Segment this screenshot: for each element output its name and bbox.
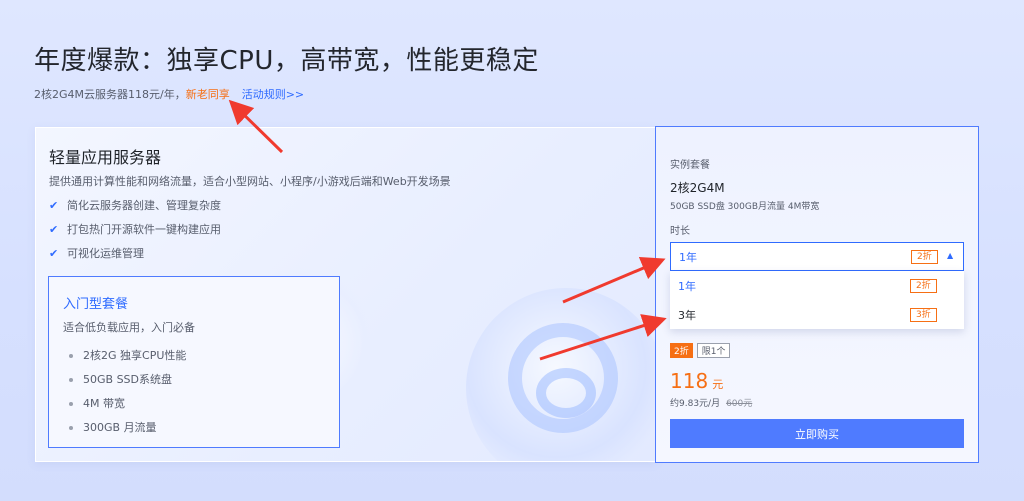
check-icon: ✔ — [49, 222, 59, 236]
duration-option-1-year[interactable]: 1年 2折 — [670, 271, 964, 300]
option-label: 3年 — [678, 308, 696, 322]
feature-label: 简化云服务器创建、管理复杂度 — [67, 199, 221, 212]
package-item-label: 300GB 月流量 — [83, 421, 157, 434]
bullet-icon — [69, 354, 73, 358]
subtitle-text: 2核2G4M云服务器118元/年， — [34, 88, 186, 101]
check-icon: ✔ — [49, 198, 59, 212]
package-item-label: 50GB SSD系统盘 — [83, 373, 172, 386]
promo-discount-tag: 2折 — [670, 343, 693, 358]
promo-tags: 2折 限1个 — [670, 343, 731, 358]
product-title: 轻量应用服务器 — [49, 148, 162, 167]
package-item-label: 4M 带宽 — [83, 397, 125, 410]
package-card[interactable]: 入门型套餐 适合低负载应用，入门必备 2核2G 独享CPU性能 50GB SSD… — [48, 276, 340, 448]
feature-label: 可视化运维管理 — [67, 247, 144, 260]
package-item: 4M 带宽 — [69, 395, 125, 411]
discount-badge: 2折 — [910, 279, 937, 293]
buy-now-button[interactable]: 立即购买 — [670, 419, 964, 448]
bullet-icon — [69, 426, 73, 430]
caret-up-icon[interactable]: ▲ — [947, 251, 953, 260]
duration-dropdown: 1年 2折 3年 3折 — [670, 271, 964, 329]
check-icon: ✔ — [49, 246, 59, 260]
option-label: 1年 — [678, 279, 696, 293]
feature-item: ✔ 简化云服务器创建、管理复杂度 — [49, 197, 221, 213]
discount-badge: 2折 — [911, 250, 938, 264]
price-unit: 元 — [712, 378, 724, 391]
cloud-ring-small-decoration — [536, 368, 596, 418]
order-panel: 实例套餐 2核2G4M 50GB SSD盘 300GB月流量 4M带宽 时长 1… — [655, 126, 979, 463]
price-value: 118 — [670, 369, 709, 393]
duration-option-3-year[interactable]: 3年 3折 — [670, 300, 964, 329]
page-title: 年度爆款：独享CPU，高带宽，性能更稳定 — [34, 46, 539, 76]
original-price: 600元 — [726, 399, 753, 409]
per-month-value: 约9.83元/月 — [670, 399, 721, 409]
duration-label: 时长 — [670, 226, 690, 237]
package-item: 50GB SSD系统盘 — [69, 371, 172, 387]
new-old-tag: 新老同享 — [185, 88, 230, 101]
feature-item: ✔ 打包热门开源软件一键构建应用 — [49, 221, 221, 237]
package-item-label: 2核2G 独享CPU性能 — [83, 349, 187, 362]
instance-spec: 2核2G4M — [670, 181, 725, 195]
bullet-icon — [69, 378, 73, 382]
feature-item: ✔ 可视化运维管理 — [49, 245, 144, 261]
discount-badge: 3折 — [910, 308, 937, 322]
duration-select[interactable]: 1年 2折 ▲ — [670, 242, 964, 271]
feature-label: 打包热门开源软件一键构建应用 — [67, 223, 221, 236]
duration-selected-value: 1年 — [679, 250, 697, 264]
limit-tag: 限1个 — [696, 343, 731, 358]
package-title: 入门型套餐 — [63, 297, 129, 312]
instance-label: 实例套餐 — [670, 160, 710, 171]
bullet-icon — [69, 402, 73, 406]
package-item: 2核2G 独享CPU性能 — [69, 347, 186, 363]
promo-subtitle: 2核2G4M云服务器118元/年，新老同享 活动规则>> — [34, 86, 304, 102]
rules-link[interactable]: 活动规则>> — [242, 88, 304, 101]
product-description: 提供通用计算性能和网络流量，适合小型网站、小程序/小游戏后端和Web开发场景 — [49, 175, 451, 188]
price-per-month: 约9.83元/月 600元 — [670, 396, 752, 409]
package-subtitle: 适合低负载应用，入门必备 — [63, 321, 195, 334]
package-item: 300GB 月流量 — [69, 419, 157, 435]
instance-spec-desc: 50GB SSD盘 300GB月流量 4M带宽 — [670, 202, 820, 212]
price: 118 元 — [670, 369, 723, 393]
product-card: 轻量应用服务器 提供通用计算性能和网络流量，适合小型网站、小程序/小游戏后端和W… — [35, 127, 656, 462]
